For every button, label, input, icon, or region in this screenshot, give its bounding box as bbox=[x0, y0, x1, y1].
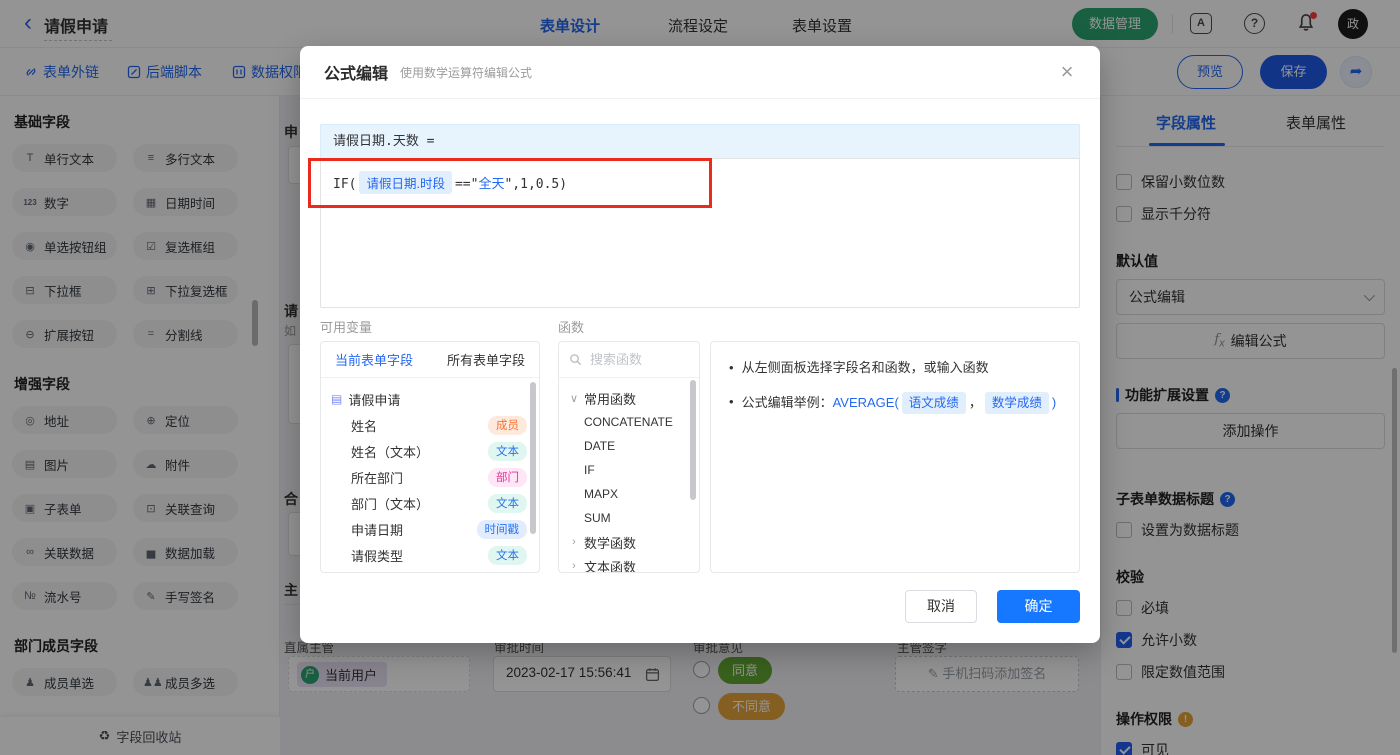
variables-panel: 当前表单字段 所有表单字段 ▤ 请假申请 姓名 成员 姓名（文本） 文本 所在部门部… bbox=[320, 341, 540, 573]
modal-subtitle: 使用数学运算符编辑公式 bbox=[400, 65, 533, 80]
variable-row-apply-date[interactable]: 申请日期 时间戳 bbox=[331, 516, 529, 542]
formula-operator: ==" bbox=[454, 177, 479, 192]
variable-row-department-text[interactable]: 部门（文本） 文本 bbox=[331, 490, 529, 516]
function-list: ∨ 常用函数 CONCATENATE DATE IF MAPX SUM › 数学函数… bbox=[559, 378, 699, 573]
type-badge-member: 成员 bbox=[488, 415, 527, 435]
field-chip[interactable]: 请假日期.时段 bbox=[359, 171, 452, 194]
function-search bbox=[559, 342, 699, 378]
group-math-functions[interactable]: › 数学函数 bbox=[569, 530, 689, 554]
type-badge-text: 文本 bbox=[488, 441, 527, 461]
formula-prefix: IF( bbox=[333, 177, 357, 192]
variable-row-name-text[interactable]: 姓名（文本） 文本 bbox=[331, 438, 529, 464]
help-panel: • 从左侧面板选择字段名和函数，或输入函数 • 公式编辑举例：AVERAGE(语… bbox=[710, 341, 1080, 573]
help-content: • 从左侧面板选择字段名和函数，或输入函数 • 公式编辑举例：AVERAGE(语… bbox=[711, 342, 1079, 444]
app-root: ‹ 请假申请 表单设计 流程设定 表单设置 数据管理 A ? 政 表单外链 后端… bbox=[0, 0, 1400, 755]
tab-current-form-fields[interactable]: 当前表单字段 bbox=[335, 350, 413, 369]
search-icon bbox=[570, 354, 582, 366]
example-arg-chip-2: 数学成绩 bbox=[984, 391, 1049, 415]
variable-row-department[interactable]: 所在部门 部门 bbox=[331, 464, 529, 490]
caret-closed-icon: › bbox=[572, 560, 576, 572]
formula-string-value: 全天 bbox=[478, 177, 505, 192]
modal-header: 公式编辑 使用数学运算符编辑公式 × bbox=[300, 46, 1100, 99]
variable-row-name[interactable]: 姓名 成员 bbox=[331, 412, 529, 438]
variables-scrollbar-thumb[interactable] bbox=[530, 382, 536, 534]
group-text-functions[interactable]: › 文本函数 bbox=[569, 554, 689, 573]
bullet-dot: • bbox=[729, 360, 734, 375]
help-bullet-1: • 从左侧面板选择字段名和函数，或输入函数 bbox=[729, 358, 1061, 378]
group-common-functions[interactable]: ∨ 常用函数 bbox=[569, 386, 689, 410]
variable-row-leave-type[interactable]: 请假类型 文本 bbox=[331, 542, 529, 568]
tab-all-form-fields[interactable]: 所有表单字段 bbox=[447, 350, 525, 369]
example-arg-chip-1: 语文成绩 bbox=[901, 391, 966, 415]
functions-scrollbar-thumb[interactable] bbox=[690, 380, 696, 500]
function-sum[interactable]: SUM bbox=[569, 506, 689, 530]
type-badge-dept: 部门 bbox=[488, 467, 527, 487]
formula-suffix: ",1,0.5) bbox=[504, 177, 568, 192]
variables-list: ▤ 请假申请 姓名 成员 姓名（文本） 文本 所在部门 部门 部门（文本） 文本 申请日… bbox=[321, 378, 539, 568]
functions-label: 函数 bbox=[558, 320, 585, 335]
functions-panel: ∨常用函数 CONCATENATE DATE IF MAPX SUM ›数学函数… bbox=[558, 341, 700, 573]
type-badge-text: 文本 bbox=[488, 545, 527, 565]
modal-title: 公式编辑 bbox=[324, 66, 389, 83]
type-badge-text: 文本 bbox=[488, 493, 527, 513]
help-bullet-2: • 公式编辑举例：AVERAGE(语文成绩，数学成绩) bbox=[729, 391, 1061, 415]
function-search-input[interactable] bbox=[588, 351, 678, 368]
formula-editor-modal: 公式编辑 使用数学运算符编辑公式 × 请假日期.天数 = IF(请假日期.时段 =… bbox=[300, 46, 1100, 643]
function-if[interactable]: IF bbox=[569, 458, 689, 482]
form-doc-icon: ▤ bbox=[331, 392, 343, 406]
function-concatenate[interactable]: CONCATENATE bbox=[569, 410, 689, 434]
type-badge-timestamp: 时间戳 bbox=[476, 519, 527, 539]
help-example: 公式编辑举例：AVERAGE(语文成绩，数学成绩) bbox=[742, 391, 1056, 415]
function-date[interactable]: DATE bbox=[569, 434, 689, 458]
formula-editor-area[interactable]: IF(请假日期.时段 =="全天",1,0.5) bbox=[320, 158, 1080, 308]
example-function-name: AVERAGE( bbox=[832, 394, 899, 410]
cancel-button[interactable]: 取消 bbox=[905, 590, 977, 623]
variables-label: 可用变量 bbox=[320, 320, 373, 335]
close-icon[interactable]: × bbox=[1054, 59, 1080, 85]
confirm-button[interactable]: 确定 bbox=[997, 590, 1080, 623]
caret-open-icon: ∨ bbox=[569, 392, 579, 405]
bullet-dot: • bbox=[729, 393, 734, 409]
formula-target: 请假日期.天数 = bbox=[320, 124, 1080, 158]
caret-closed-icon: › bbox=[572, 536, 576, 548]
variables-root-node[interactable]: ▤ 请假申请 bbox=[331, 386, 529, 412]
variables-tabs: 当前表单字段 所有表单字段 bbox=[321, 342, 539, 378]
function-mapx[interactable]: MAPX bbox=[569, 482, 689, 506]
